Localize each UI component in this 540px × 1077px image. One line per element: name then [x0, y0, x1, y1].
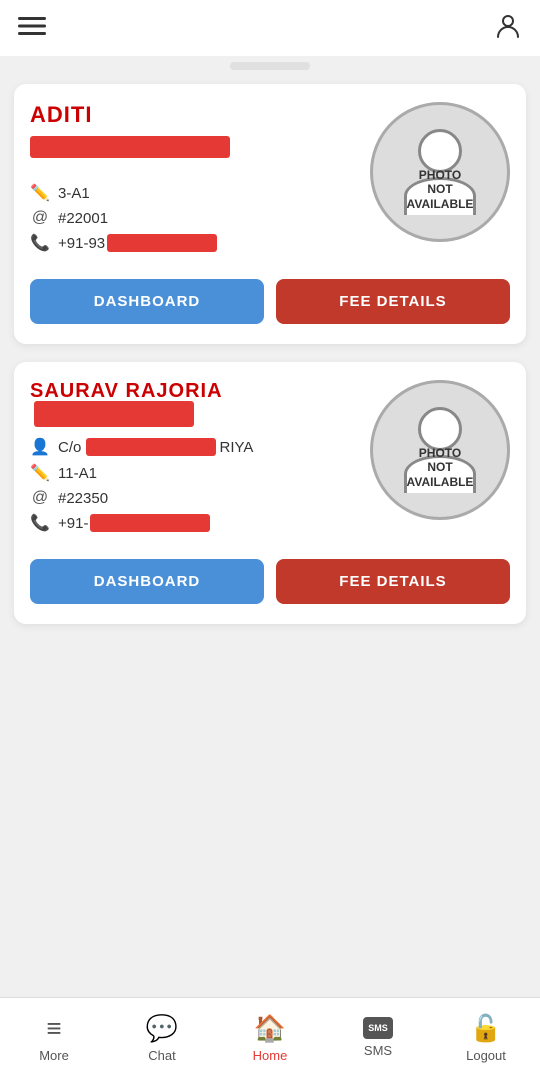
- nav-chat[interactable]: 💬 Chat: [108, 1005, 216, 1071]
- avatar-circle-2: PHOTONOTAVAILABLE: [370, 380, 510, 520]
- fee-details-button-1[interactable]: FEE DETAILS: [276, 279, 510, 324]
- name-redact-1: [30, 136, 230, 158]
- roll-value-2: #22350: [58, 490, 108, 507]
- at-icon-2: @: [30, 489, 50, 507]
- dashboard-button-1[interactable]: DASHBOARD: [30, 279, 264, 324]
- card-info-1: ADITI ✏️ 3-A1 @ #22001 📞 +91-93: [30, 102, 360, 259]
- profile-icon[interactable]: [494, 12, 522, 45]
- co-prefix-2: C/o: [58, 439, 81, 456]
- name-redact-overlay-2: [34, 401, 194, 427]
- home-icon: 🏠: [254, 1013, 286, 1044]
- at-icon-1: @: [30, 209, 50, 227]
- phone-icon-1: 📞: [30, 233, 50, 253]
- co-row-2: 👤 C/o RIYA: [30, 437, 360, 457]
- phone-row-2: 📞 +91-: [30, 513, 360, 533]
- roll-row-1: @ #22001: [30, 209, 360, 227]
- person-icon-2: 👤: [30, 437, 50, 457]
- more-label: More: [39, 1048, 69, 1063]
- roll-row-2: @ #22350: [30, 489, 360, 507]
- co-redact-2: [86, 438, 216, 456]
- phone-prefix-1: +91-93: [58, 235, 105, 252]
- avatar-head-1: [418, 129, 462, 173]
- student-name-2: SAURAV RAJORIA: [30, 380, 223, 402]
- student-name-1: ADITI: [30, 102, 360, 128]
- card-header-2: SAURAV RAJORIA 👤 C/o RIYA ✏️ 11-A1 @ #22…: [30, 380, 510, 539]
- avatar-container-1: PHOTONOTAVAILABLE: [370, 102, 510, 242]
- phone-row-1: 📞 +91-93: [30, 233, 360, 253]
- phone-icon-2: 📞: [30, 513, 50, 533]
- card-info-2: SAURAV RAJORIA 👤 C/o RIYA ✏️ 11-A1 @ #22…: [30, 380, 360, 539]
- avatar-container-2: PHOTONOTAVAILABLE: [370, 380, 510, 520]
- avatar-head-2: [418, 407, 462, 451]
- co-suffix-2: RIYA: [220, 439, 254, 456]
- scroll-hint: [230, 62, 310, 70]
- roll-value-1: #22001: [58, 210, 108, 227]
- class-row-1: ✏️ 3-A1: [30, 183, 360, 203]
- content-area: ADITI ✏️ 3-A1 @ #22001 📞 +91-93: [0, 74, 540, 732]
- photo-label-1: PHOTONOTAVAILABLE: [407, 168, 474, 211]
- card-buttons-2: DASHBOARD FEE DETAILS: [30, 559, 510, 604]
- dashboard-button-2[interactable]: DASHBOARD: [30, 559, 264, 604]
- fee-details-button-2[interactable]: FEE DETAILS: [276, 559, 510, 604]
- phone-redact-1: [107, 234, 217, 252]
- nav-sms[interactable]: SMS SMS: [324, 1009, 432, 1066]
- class-row-2: ✏️ 11-A1: [30, 463, 360, 483]
- sms-label: SMS: [364, 1043, 392, 1058]
- phone-redact-2: [90, 514, 210, 532]
- photo-label-2: PHOTONOTAVAILABLE: [407, 446, 474, 489]
- class-value-1: 3-A1: [58, 185, 90, 202]
- more-icon: ≡: [46, 1013, 61, 1044]
- bottom-nav: ≡ More 💬 Chat 🏠 Home SMS SMS 🔓 Logout: [0, 997, 540, 1077]
- hamburger-icon[interactable]: [18, 12, 46, 45]
- student-card-2: SAURAV RAJORIA 👤 C/o RIYA ✏️ 11-A1 @ #22…: [14, 362, 526, 624]
- class-value-2: 11-A1: [58, 465, 97, 482]
- edit-icon-2: ✏️: [30, 463, 50, 483]
- nav-more[interactable]: ≡ More: [0, 1005, 108, 1071]
- nav-logout[interactable]: 🔓 Logout: [432, 1005, 540, 1071]
- name-row-2: SAURAV RAJORIA: [30, 380, 360, 429]
- home-label: Home: [253, 1048, 288, 1063]
- chat-label: Chat: [148, 1048, 175, 1063]
- sms-icon: SMS: [363, 1017, 393, 1039]
- card-buttons-1: DASHBOARD FEE DETAILS: [30, 279, 510, 324]
- nav-home[interactable]: 🏠 Home: [216, 1005, 324, 1071]
- edit-icon-1: ✏️: [30, 183, 50, 203]
- logout-icon: 🔓: [470, 1013, 502, 1044]
- student-card-1: ADITI ✏️ 3-A1 @ #22001 📞 +91-93: [14, 84, 526, 344]
- card-header-1: ADITI ✏️ 3-A1 @ #22001 📞 +91-93: [30, 102, 510, 259]
- phone-prefix-2: +91-: [58, 515, 88, 532]
- chat-icon: 💬: [146, 1013, 178, 1044]
- logout-label: Logout: [466, 1048, 506, 1063]
- top-bar: [0, 0, 540, 56]
- avatar-circle-1: PHOTONOTAVAILABLE: [370, 102, 510, 242]
